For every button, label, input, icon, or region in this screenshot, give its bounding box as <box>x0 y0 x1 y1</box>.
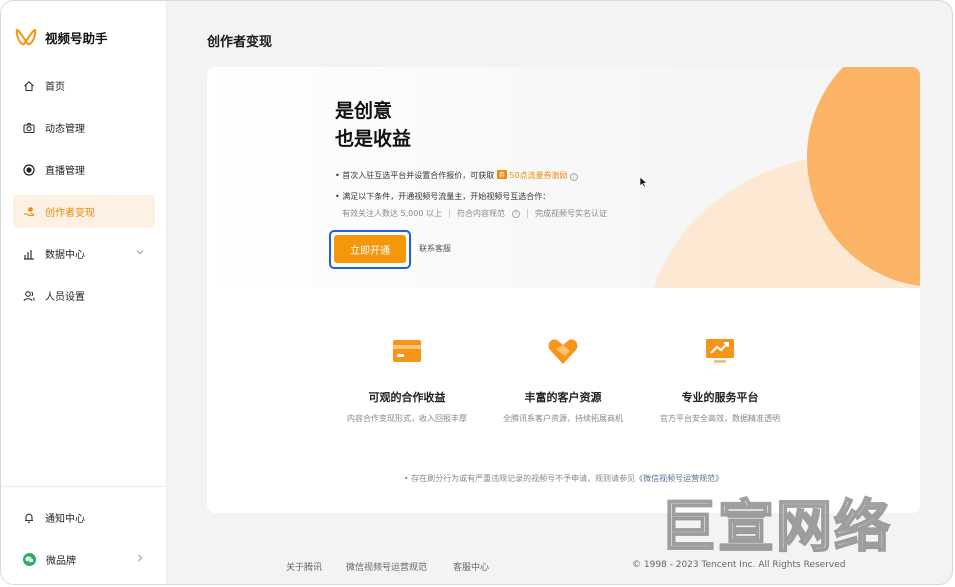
watermark: 巨宣网络 <box>659 494 892 561</box>
sidebar-item-label: 直播管理 <box>45 166 85 177</box>
people-icon <box>23 290 35 301</box>
feature-title: 丰富的客户资源 <box>524 391 602 404</box>
sidebar-divider <box>1 486 167 487</box>
mouse-cursor-icon <box>639 176 648 188</box>
sidebar-item-label: 微品牌 <box>46 556 76 567</box>
feature-title: 可观的合作收益 <box>368 391 446 404</box>
monetize-icon <box>24 206 35 216</box>
help-icon[interactable]: ? <box>570 173 579 181</box>
hero-title-line1: 是创意 <box>335 100 393 122</box>
monetize-card: 是创意 也是收益 • 首次入驻互选平台并设置合作报价，可获取 券 50点流量券激… <box>207 67 920 513</box>
wechat-icon <box>23 553 36 566</box>
sidebar-item-people[interactable]: 人员设置 <box>13 279 155 312</box>
sidebar-bottom-nav: 通知中心 微品牌 <box>1 501 167 584</box>
feature-desc: 全腾讯系客户资源，持续拓展商机 <box>503 414 623 423</box>
conditions-list: 有效关注人数达 5,000 以上 符合内容规范 ? 完成视频号实名认证 <box>342 208 607 219</box>
open-now-button[interactable]: 立即开通 <box>334 235 406 263</box>
feature-income: 可观的合作收益 内容合作变现形式，收入回报丰厚 <box>317 335 497 424</box>
divider <box>527 209 528 218</box>
sidebar-item-label: 通知中心 <box>45 514 85 525</box>
sidebar: 视频号助手 首页 动态管理 直播管理 创作者变现 数据中心 人员设置 通知中心 … <box>1 1 167 584</box>
hero-banner: 是创意 也是收益 • 首次入驻互选平台并设置合作报价，可获取 券 50点流量券激… <box>207 67 920 288</box>
chart-icon <box>24 249 34 260</box>
sidebar-item-monetize[interactable]: 创作者变现 <box>13 195 155 228</box>
contact-service-link[interactable]: 联系客服 <box>419 243 451 254</box>
divider <box>449 209 450 218</box>
sidebar-item-micro-brand[interactable]: 微品牌 <box>13 543 155 576</box>
live-icon <box>23 163 35 176</box>
card-icon <box>393 340 421 362</box>
feature-desc: 内容合作变现形式，收入回报丰厚 <box>347 414 467 423</box>
bullet-first-entry: • 首次入驻互选平台并设置合作报价，可获取 券 50点流量券激励 ? <box>335 170 579 181</box>
coupon-tag: 券 <box>496 170 507 179</box>
sidebar-item-home[interactable]: 首页 <box>13 69 155 102</box>
feature-title: 专业的服务平台 <box>681 391 759 404</box>
brand[interactable]: 视频号助手 <box>15 27 108 47</box>
condition-verification: 完成视频号实名认证 <box>535 209 607 218</box>
footer-link-service[interactable]: 客服中心 <box>453 560 489 573</box>
bullet-text: • 首次入驻互选平台并设置合作报价，可获取 <box>335 171 495 180</box>
sidebar-item-live[interactable]: 直播管理 <box>13 153 155 186</box>
footer-link-about[interactable]: 关于腾讯 <box>286 560 322 573</box>
camera-icon <box>23 122 35 133</box>
feature-desc: 官方平台安全高效，数据精准透明 <box>660 414 780 423</box>
sidebar-item-label: 首页 <box>45 82 65 93</box>
home-icon <box>24 80 34 91</box>
reward-highlight: 50点流量券激励 <box>509 171 568 180</box>
bullet-conditions: • 满足以下条件，开通视频号流量主，开始视频号互选合作： <box>335 192 551 201</box>
monitor-trend-icon <box>706 339 734 363</box>
chevron-down-icon[interactable] <box>135 247 145 257</box>
handshake-heart-icon <box>548 339 578 364</box>
chevron-right-icon[interactable] <box>135 553 145 563</box>
sidebar-item-label: 数据中心 <box>45 250 85 261</box>
page-title: 创作者变现 <box>207 35 273 50</box>
sidebar-item-posts[interactable]: 动态管理 <box>13 111 155 144</box>
condition-content: 符合内容规范 <box>457 209 505 218</box>
sidebar-item-notifications[interactable]: 通知中心 <box>13 501 155 534</box>
condition-followers: 有效关注人数达 5,000 以上 <box>342 209 442 218</box>
sidebar-item-label: 创作者变现 <box>45 208 95 219</box>
brand-name: 视频号助手 <box>45 30 108 46</box>
wechat-channels-logo-icon <box>15 29 37 46</box>
sidebar-item-label: 动态管理 <box>45 124 85 135</box>
help-icon[interactable]: ? <box>512 209 520 218</box>
feature-platform: 专业的服务平台 官方平台安全高效，数据精准透明 <box>630 335 810 424</box>
sidebar-item-label: 人员设置 <box>45 292 85 303</box>
hero-title-line2: 也是收益 <box>335 128 412 150</box>
feature-resources: 丰富的客户资源 全腾讯系客户资源，持续拓展商机 <box>473 335 653 424</box>
footer-link-rules[interactable]: 微信视频号运营规范 <box>346 560 427 573</box>
bell-icon <box>25 513 33 523</box>
sidebar-nav: 首页 动态管理 直播管理 创作者变现 数据中心 人员设置 <box>1 69 167 321</box>
sidebar-item-data-center[interactable]: 数据中心 <box>13 237 155 270</box>
notice-text: • 存在刷分行为或有严重违规记录的视频号不予申请，规则请参见 <box>403 474 636 483</box>
hero-title: 是创意 也是收益 <box>335 97 411 153</box>
